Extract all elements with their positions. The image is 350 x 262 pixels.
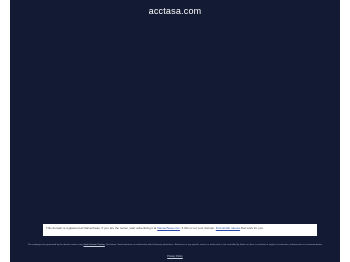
- parked-page: acctasa.com This domain is registered at…: [10, 0, 340, 262]
- disclaimer: This webpage was generated by the domain…: [26, 244, 324, 247]
- notice-text-2: . If this is not your domain,: [179, 226, 216, 230]
- site-title: acctasa.com: [148, 6, 202, 16]
- disclaimer-text-1: This webpage was generated by the domain…: [27, 244, 84, 246]
- disclaimer-text-2: . Disclaimer: Sedo maintains no relation…: [104, 244, 323, 246]
- footer: Privacy Policy: [10, 255, 340, 258]
- sedo-domain-parking-link[interactable]: Sedo Domain Parking: [84, 244, 105, 246]
- notice-text-3: that work for you.: [239, 226, 264, 230]
- notice-text-1: This domain is registered at Namecheap. …: [46, 226, 158, 230]
- privacy-policy-link[interactable]: Privacy Policy: [167, 255, 183, 258]
- find-similar-names-link[interactable]: find similar names: [216, 226, 240, 230]
- namecheap-link[interactable]: Namecheap.com: [157, 226, 180, 230]
- registration-notice: This domain is registered at Namecheap. …: [43, 224, 317, 236]
